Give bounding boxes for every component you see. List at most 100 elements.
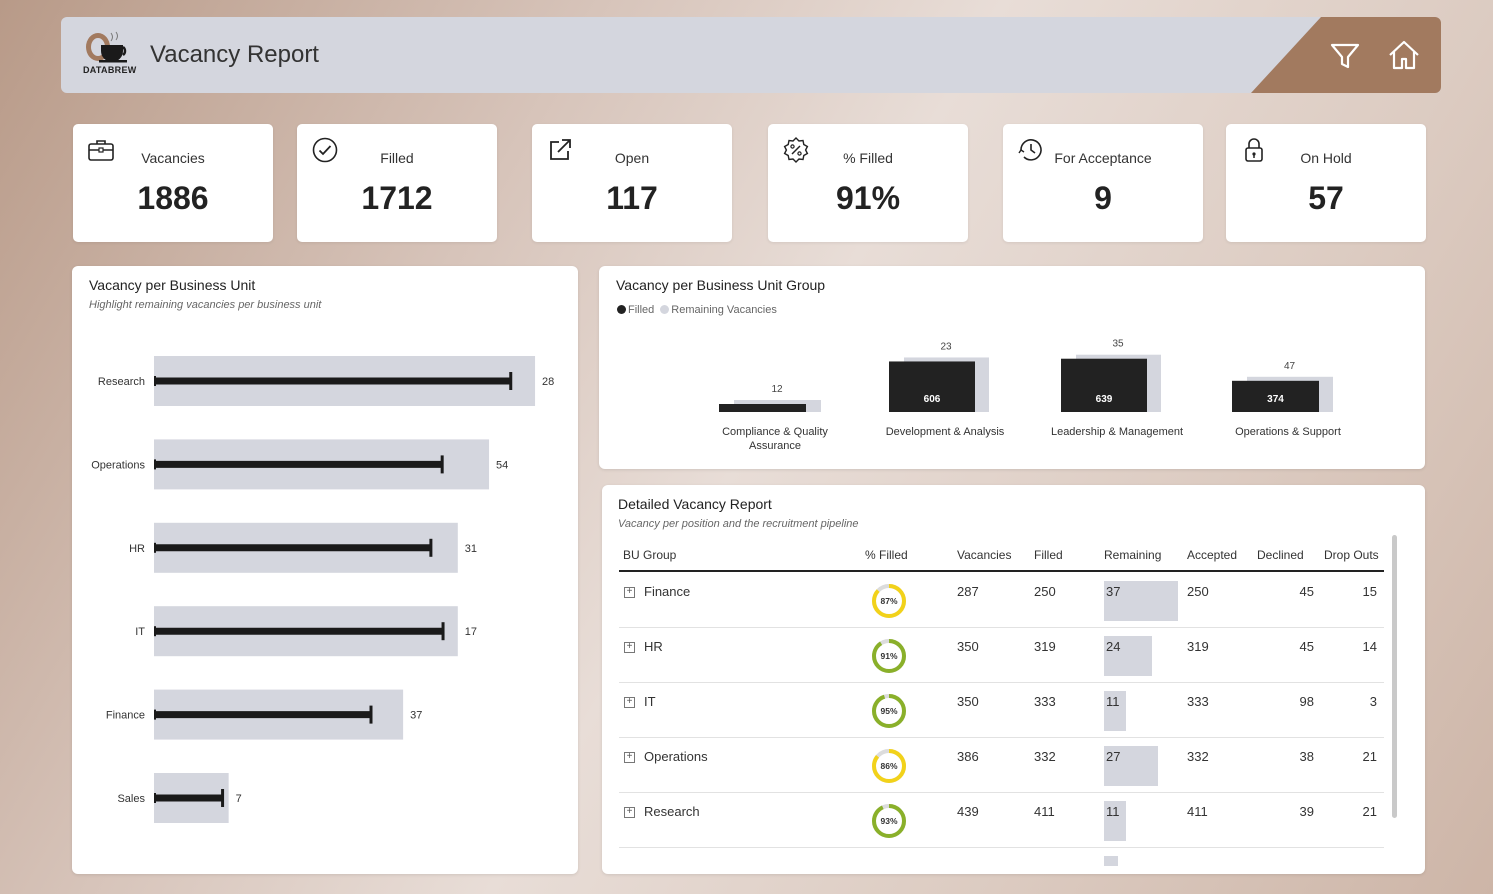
filter-icon[interactable] bbox=[1329, 37, 1361, 73]
bu-group-cell: Research bbox=[644, 804, 700, 819]
detail-table-subtitle: Vacancy per position and the recruitment… bbox=[618, 518, 859, 530]
bu-category-label: IT bbox=[135, 626, 145, 638]
kpi-open: Open 117 bbox=[532, 124, 732, 242]
bu-category-label: HR bbox=[129, 543, 145, 555]
vacancies-cell: 350 bbox=[957, 639, 979, 654]
declined-cell: 39 bbox=[1299, 804, 1314, 819]
expand-row-icon[interactable]: + bbox=[624, 642, 635, 653]
table-row[interactable]: + Finance 87% 287 250 37 250 45 15 bbox=[619, 573, 1384, 628]
table-scrollbar[interactable] bbox=[1392, 535, 1397, 818]
filled-cell: 250 bbox=[1034, 584, 1056, 599]
kpi-label: On Hold bbox=[1300, 150, 1352, 166]
kpi-percent-filled: % Filled 91% bbox=[768, 124, 968, 242]
table-row[interactable]: + Research 93% 439 411 11 411 39 21 bbox=[619, 793, 1384, 848]
col-bu-group[interactable]: BU Group bbox=[623, 548, 676, 562]
kpi-label: For Acceptance bbox=[1054, 150, 1152, 166]
group-filled-label: 639 bbox=[1096, 394, 1113, 405]
filled-cell: 319 bbox=[1034, 639, 1056, 654]
kpi-filled: Filled 1712 bbox=[297, 124, 497, 242]
bu-group-chart-panel: Vacancy per Business Unit Group Filled R… bbox=[599, 266, 1425, 469]
expand-row-icon[interactable]: + bbox=[624, 587, 635, 598]
dropouts-cell: 15 bbox=[1362, 584, 1377, 599]
group-category-label: Operations & Support bbox=[1235, 426, 1341, 438]
vacancies-cell: 350 bbox=[957, 694, 979, 709]
remaining-cell: 11 bbox=[1106, 804, 1120, 819]
detail-table-panel: Detailed Vacancy Report Vacancy per posi… bbox=[602, 485, 1425, 874]
group-category-label: Assurance bbox=[749, 440, 801, 452]
bu-remaining-label: 7 bbox=[236, 793, 242, 805]
pct-filled-donut: 86% bbox=[872, 749, 906, 783]
kpi-value: 57 bbox=[1308, 180, 1344, 216]
remaining-cell: 37 bbox=[1106, 584, 1121, 599]
kpi-value: 1712 bbox=[361, 180, 433, 216]
bu-bar-chart: Research 28 Operations 54 HR 31 IT 17 Finance 37 S… bbox=[91, 356, 554, 823]
expand-row-icon[interactable]: + bbox=[624, 752, 635, 763]
logo-text: DATABREW bbox=[83, 65, 137, 75]
accepted-cell: 333 bbox=[1187, 694, 1209, 709]
col-declined[interactable]: Declined bbox=[1257, 548, 1304, 562]
vacancies-cell: 439 bbox=[957, 804, 979, 819]
col-filled[interactable]: Filled bbox=[1034, 548, 1063, 562]
expand-row-icon[interactable]: + bbox=[624, 807, 635, 818]
col-accepted[interactable]: Accepted bbox=[1187, 548, 1237, 562]
remaining-cell: 11 bbox=[1106, 694, 1120, 709]
bu-remaining-label: 37 bbox=[410, 710, 422, 722]
kpi-label: Filled bbox=[380, 150, 414, 166]
pct-filled-label: 86% bbox=[880, 761, 897, 771]
dropouts-cell: 14 bbox=[1362, 639, 1377, 654]
bu-group-bar-chart: 12 Compliance & Quality Assurance 23 606 Deve… bbox=[719, 339, 1341, 452]
group-filled-bar[interactable] bbox=[719, 404, 806, 412]
table-row[interactable]: + IT 95% 350 333 11 333 98 3 bbox=[619, 683, 1384, 738]
dropouts-cell: 21 bbox=[1362, 804, 1377, 819]
remaining-cell: 27 bbox=[1106, 749, 1121, 764]
group-filled-label: 374 bbox=[1267, 394, 1284, 405]
kpi-on-hold: On Hold 57 bbox=[1226, 124, 1426, 242]
col-pct-filled[interactable]: % Filled bbox=[865, 548, 908, 562]
pct-filled-donut: 87% bbox=[872, 584, 906, 618]
kpi-value: 1886 bbox=[137, 180, 209, 216]
filled-cell: 333 bbox=[1034, 694, 1056, 709]
group-remaining-label: 47 bbox=[1284, 361, 1296, 372]
col-vacancies[interactable]: Vacancies bbox=[957, 548, 1011, 562]
declined-cell: 98 bbox=[1299, 694, 1314, 709]
expand-row-icon[interactable]: + bbox=[624, 697, 635, 708]
pct-filled-label: 87% bbox=[880, 596, 897, 606]
pct-filled-label: 95% bbox=[880, 706, 897, 716]
group-category-label: Development & Analysis bbox=[886, 426, 1005, 438]
accepted-cell: 411 bbox=[1187, 804, 1208, 819]
accepted-cell: 319 bbox=[1187, 639, 1209, 654]
kpi-value: 91% bbox=[835, 180, 901, 216]
dropouts-cell: 3 bbox=[1369, 694, 1377, 709]
kpi-label: Open bbox=[614, 150, 650, 166]
home-icon[interactable] bbox=[1387, 37, 1421, 73]
pct-filled-donut: 95% bbox=[872, 694, 906, 728]
col-drop-outs[interactable]: Drop Outs bbox=[1324, 548, 1379, 562]
kpi-label: Vacancies bbox=[141, 150, 205, 166]
table-header: BU Group % Filled Vacancies Filled Remai… bbox=[619, 542, 1384, 572]
remaining-cell: 24 bbox=[1106, 639, 1121, 654]
accepted-cell: 332 bbox=[1187, 749, 1209, 764]
bu-group-cell: HR bbox=[644, 639, 663, 654]
accepted-cell: 250 bbox=[1187, 584, 1209, 599]
group-remaining-label: 23 bbox=[940, 341, 952, 352]
bu-category-label: Operations bbox=[91, 459, 145, 471]
col-remaining[interactable]: Remaining bbox=[1104, 548, 1161, 562]
bu-group-cell: Finance bbox=[644, 584, 691, 599]
bu-category-label: Finance bbox=[106, 710, 145, 722]
pct-filled-label: 91% bbox=[880, 651, 897, 661]
table-row[interactable]: + Operations 86% 386 332 27 332 38 21 bbox=[619, 738, 1384, 793]
vacancies-cell: 287 bbox=[957, 584, 979, 599]
bu-remaining-label: 31 bbox=[465, 543, 477, 555]
kpi-value: 9 bbox=[1094, 180, 1112, 216]
kpi-for-acceptance: For Acceptance 9 bbox=[1003, 124, 1203, 242]
dropouts-cell: 21 bbox=[1362, 749, 1377, 764]
filled-cell: 411 bbox=[1034, 804, 1055, 819]
group-remaining-label: 12 bbox=[771, 384, 783, 395]
bu-remaining-label: 28 bbox=[542, 376, 554, 388]
table-row[interactable]: + HR 91% 350 319 24 319 45 14 bbox=[619, 628, 1384, 683]
declined-cell: 45 bbox=[1299, 639, 1314, 654]
bu-category-label: Sales bbox=[117, 793, 145, 805]
pct-filled-donut: 91% bbox=[872, 639, 906, 673]
remaining-bar bbox=[1104, 856, 1118, 866]
bu-remaining-label: 17 bbox=[465, 626, 477, 638]
